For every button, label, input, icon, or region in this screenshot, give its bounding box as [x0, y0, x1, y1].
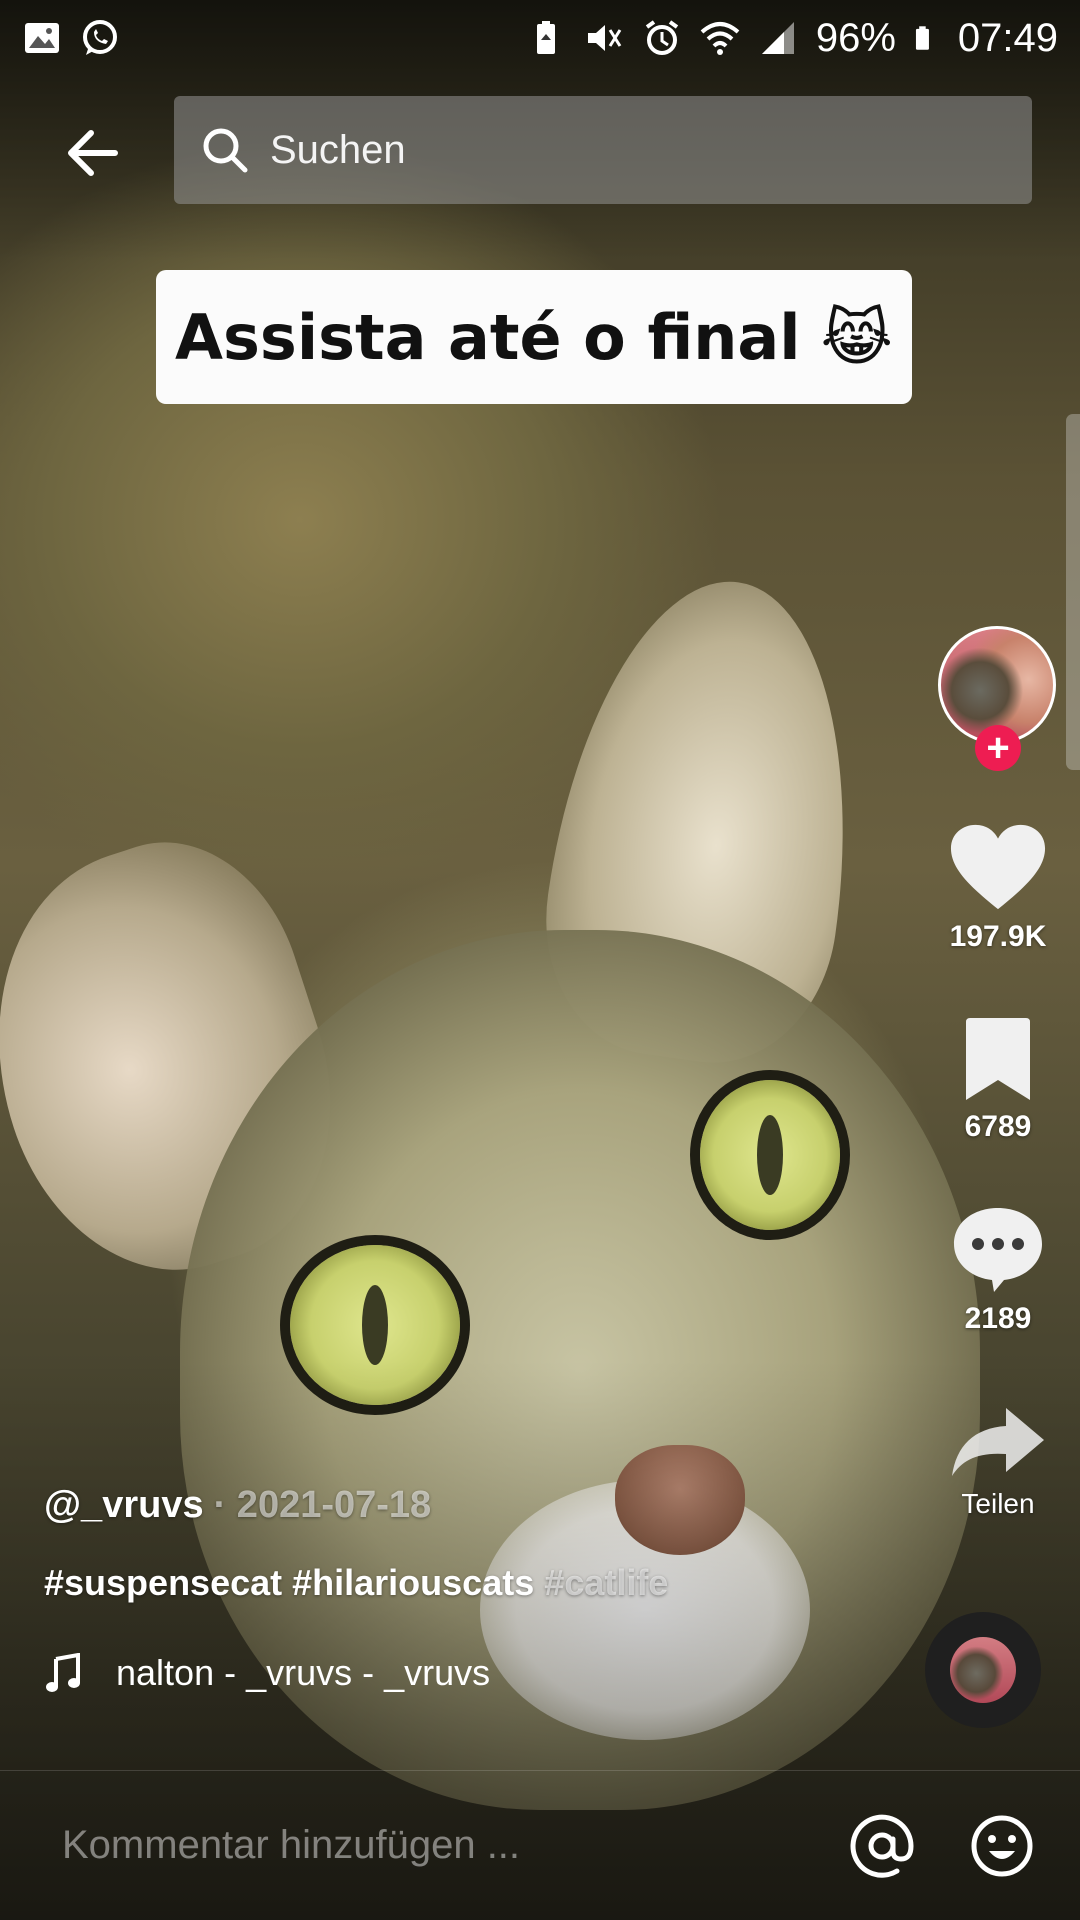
signal-icon — [761, 22, 794, 54]
search-bar[interactable] — [174, 96, 1032, 204]
hashtags-visible[interactable]: #suspensecat #hilariouscats — [44, 1562, 534, 1603]
arrow-left-icon — [68, 130, 118, 176]
like-count: 197.9K — [949, 920, 1047, 953]
like-button[interactable]: 197.9K — [938, 822, 1058, 954]
music-note-icon — [46, 1653, 80, 1692]
caption-text: Assista até o final — [175, 300, 801, 374]
battery-percent: 96% — [815, 15, 896, 60]
share-button[interactable]: Teilen — [938, 1404, 1058, 1520]
hashtags-faded[interactable]: #catlife — [544, 1562, 668, 1603]
back-button[interactable] — [58, 118, 128, 188]
status-bar: 96% 07:49 — [0, 0, 1080, 76]
at-sign-icon — [850, 1814, 914, 1878]
comment-input[interactable] — [60, 1822, 796, 1869]
smiley-icon — [971, 1815, 1033, 1876]
music-info[interactable]: nalton - _vruvs - _vruvs — [44, 1652, 490, 1694]
comment-bubble-icon — [954, 1208, 1042, 1292]
emoji-button[interactable] — [968, 1812, 1036, 1880]
music-disc[interactable] — [925, 1612, 1041, 1728]
save-button[interactable]: 6789 — [938, 1018, 1058, 1144]
cat-eye-right — [700, 1080, 840, 1230]
battery-saver-icon — [536, 21, 555, 54]
mention-button[interactable] — [848, 1812, 916, 1880]
post-date: · 2021-07-18 — [213, 1484, 432, 1526]
mute-icon — [587, 25, 622, 51]
share-arrow-icon — [952, 1408, 1044, 1476]
song-title[interactable]: nalton - _vruvs - _vruvs — [116, 1652, 490, 1694]
laughing-cat-emoji: 😹 — [820, 300, 893, 374]
comment-bar — [0, 1770, 1080, 1920]
music-cover — [950, 1637, 1016, 1703]
heart-icon — [950, 824, 1046, 910]
gallery-icon — [25, 23, 59, 53]
whatsapp-icon — [83, 20, 117, 55]
side-drawer-handle[interactable] — [1066, 414, 1080, 770]
alarm-icon — [645, 20, 678, 55]
wifi-icon — [700, 22, 740, 55]
save-count: 6789 — [964, 1110, 1032, 1143]
comment-button[interactable]: 2189 — [938, 1204, 1058, 1336]
post-hashtags[interactable]: #suspensecat #hilariouscats #catlife — [44, 1562, 668, 1604]
bookmark-icon — [966, 1018, 1030, 1100]
follow-button[interactable]: + — [975, 725, 1021, 771]
battery-icon — [915, 26, 929, 50]
username[interactable]: @_vruvs — [44, 1484, 204, 1526]
search-icon — [203, 128, 248, 173]
post-author[interactable]: @_vruvs · 2021-07-18 — [44, 1484, 431, 1527]
clock: 07:49 — [957, 15, 1058, 60]
share-label: Teilen — [961, 1488, 1035, 1519]
comment-count: 2189 — [964, 1302, 1032, 1335]
search-input[interactable] — [268, 126, 972, 174]
video-caption-sticker: Assista até o final 😹 — [156, 270, 912, 404]
